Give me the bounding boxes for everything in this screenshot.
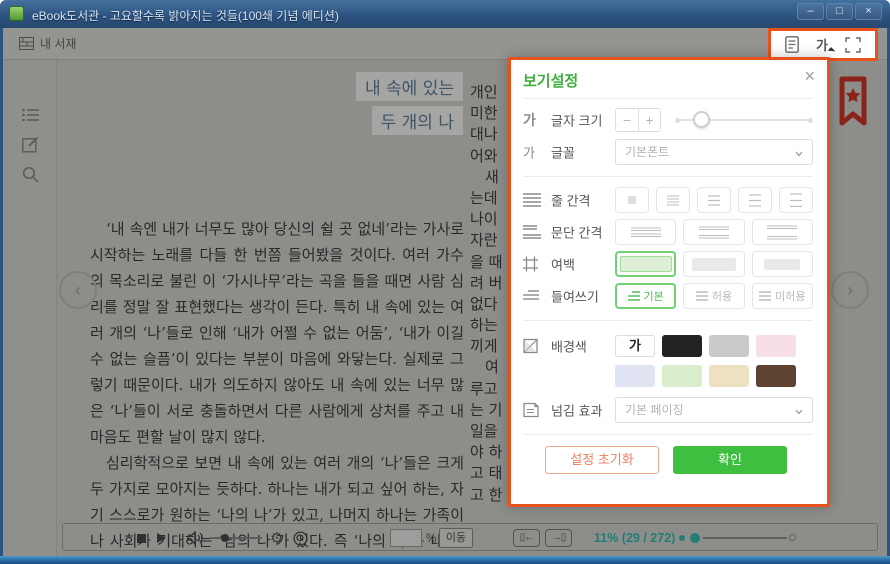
bg-swatch-white[interactable]: 가 [615,335,655,357]
chevron-down-icon [795,150,803,158]
paragraph-spacing-option-2[interactable] [683,219,744,245]
paragraph-spacing-label: 문단 간격 [551,223,602,242]
window-frame-bottom [0,556,890,564]
margin-icon [523,257,538,272]
font-row: 가 글꼴 기본폰트 [523,138,813,166]
font-size-decrease-button[interactable]: − [615,108,638,132]
font-icon: 가 [523,143,535,162]
client-area: 내 서재 내 속에 있는 두 개의 나 ‘내 속 [3,28,887,556]
titlebar: eBook도서관 - 고요할수록 밝아지는 것들(100쇄 기념 에디션) – … [0,0,890,28]
line-spacing-icon [523,193,541,207]
fullscreen-icon[interactable] [845,37,861,53]
page-transition-row: 넘김 효과 기본 페이징 [523,396,813,424]
indent-icon [523,290,539,302]
bg-swatch-lavender[interactable] [615,365,655,387]
margin-option-narrow[interactable] [615,251,676,277]
line-spacing-option-5[interactable] [779,187,813,213]
view-settings-icon[interactable] [785,36,799,53]
font-size-slider-handle[interactable] [693,111,710,128]
close-button[interactable]: × [855,3,882,20]
indent-option-disallow[interactable]: 미허용 [752,283,813,309]
maximize-button[interactable]: □ [826,3,853,20]
line-spacing-label: 줄 간격 [551,191,591,210]
margin-option-wide[interactable] [752,251,813,277]
font-size-increase-button[interactable]: + [638,108,661,132]
background-color-row: 배경색 가 [523,332,813,360]
view-settings-dialog: 보기설정 × 가 글자 크기 − + 가 글꼴 [508,57,830,507]
paragraph-spacing-row: 문단 간격 [523,218,813,246]
bg-swatch-green[interactable] [662,365,702,387]
window-title: eBook도서관 - 고요할수록 밝아지는 것들(100쇄 기념 에디션) [32,7,339,24]
font-settings-icon[interactable]: 가 [816,35,828,54]
confirm-button[interactable]: 확인 [673,446,787,474]
indent-label: 들여쓰기 [551,287,599,306]
bg-swatch-pink[interactable] [756,335,796,357]
paragraph-spacing-icon [523,225,541,239]
page-transition-dropdown[interactable]: 기본 페이징 [615,397,813,423]
font-label: 글꼴 [551,143,575,162]
bg-swatch-brown[interactable] [756,365,796,387]
paragraph-spacing-option-3[interactable] [752,219,813,245]
line-spacing-row: 줄 간격 [523,186,813,214]
dialog-title: 보기설정 [523,70,578,91]
background-color-row2 [523,362,813,390]
background-color-label: 배경색 [551,337,587,356]
margin-row: 여백 [523,250,813,278]
font-size-icon: 가 [523,110,536,130]
paragraph-spacing-option-1[interactable] [615,219,676,245]
line-spacing-option-2[interactable] [656,187,690,213]
line-spacing-option-4[interactable] [738,187,772,213]
app-window: eBook도서관 - 고요할수록 밝아지는 것들(100쇄 기념 에디션) – … [0,0,890,564]
indent-option-default[interactable]: 기본 [615,283,676,309]
background-color-icon [523,339,538,354]
bg-swatch-black[interactable] [662,335,702,357]
bg-swatch-cream[interactable] [709,365,749,387]
font-size-row: 가 글자 크기 − + [523,106,813,134]
indent-row: 들여쓰기 기본 허용 미허용 [523,282,813,310]
line-spacing-option-3[interactable] [697,187,731,213]
page-transition-label: 넘김 효과 [551,401,602,420]
margin-label: 여백 [551,255,575,274]
font-dropdown[interactable]: 기본폰트 [615,139,813,165]
reset-settings-button[interactable]: 설정 초기화 [545,446,659,474]
bg-swatch-gray[interactable] [709,335,749,357]
minimize-button[interactable]: – [797,3,824,20]
app-icon [9,6,24,21]
chevron-down-icon [795,408,803,416]
margin-option-medium[interactable] [683,251,744,277]
font-size-label: 글자 크기 [551,111,602,130]
indent-option-allow[interactable]: 허용 [683,283,744,309]
line-spacing-option-1[interactable] [615,187,649,213]
dialog-close-icon[interactable]: × [804,66,815,87]
page-turn-icon [523,403,539,418]
